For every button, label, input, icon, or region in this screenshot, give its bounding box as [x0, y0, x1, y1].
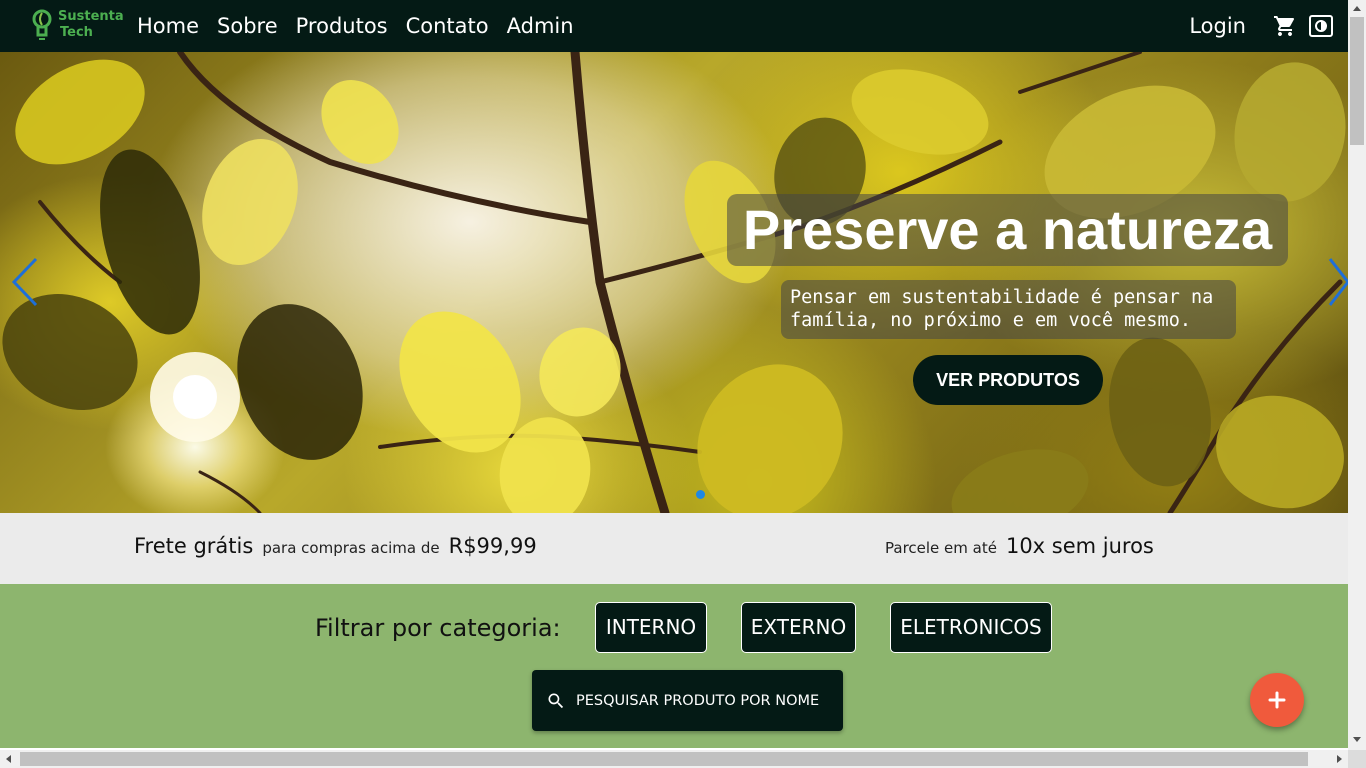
lightbulb-icon: [32, 9, 52, 40]
filter-label: Filtrar por categoria:: [315, 614, 561, 642]
scroll-down-arrow-icon[interactable]: [1348, 731, 1366, 748]
nav-link-contato[interactable]: Contato: [406, 14, 489, 38]
installments-text: Parcele em até: [885, 539, 997, 557]
navbar: Sustenta Tech Home Sobre Produtos Contat…: [0, 0, 1348, 52]
brand-line2: Tech: [60, 25, 93, 40]
scrollbar-corner: [1348, 750, 1366, 768]
search-product-button[interactable]: PESQUISAR PRODUTO POR NOME: [532, 670, 843, 731]
login-link[interactable]: Login: [1189, 14, 1246, 38]
installments-strong: 10x sem juros: [1005, 534, 1154, 558]
category-button-externo[interactable]: EXTERNO: [741, 602, 856, 653]
scroll-right-arrow-icon[interactable]: [1331, 750, 1348, 768]
carousel-indicator[interactable]: [696, 490, 705, 499]
nav-links: Home Sobre Produtos Contato Admin: [137, 0, 592, 52]
shipping-strong: Frete grátis: [134, 534, 254, 558]
brand-name: Sustenta Tech: [58, 9, 124, 41]
horizontal-scroll-thumb[interactable]: [20, 752, 1308, 766]
chevron-left-icon[interactable]: [10, 257, 40, 307]
hero-title: Preserve a natureza: [727, 194, 1288, 266]
theme-toggle-icon[interactable]: [1308, 13, 1334, 39]
brand-line1: Sustenta: [58, 9, 124, 24]
search-button-label: PESQUISAR PRODUTO POR NOME: [576, 692, 820, 709]
add-fab-button[interactable]: [1250, 673, 1304, 727]
nav-right: Login: [1189, 0, 1334, 52]
shipping-text: para compras acima de: [262, 539, 440, 557]
installments-info: Parcele em até 10x sem juros: [885, 534, 1154, 558]
hero-carousel: Preserve a natureza Pensar em sustentabi…: [0, 52, 1348, 513]
nav-link-home[interactable]: Home: [137, 14, 199, 38]
nav-link-produtos[interactable]: Produtos: [296, 14, 388, 38]
scroll-left-arrow-icon[interactable]: [0, 750, 17, 768]
shipping-value: R$99,99: [448, 534, 537, 558]
hero-subtitle: Pensar em sustentabilidade é pensar na f…: [781, 280, 1236, 339]
nav-link-sobre[interactable]: Sobre: [217, 14, 278, 38]
vertical-scroll-thumb[interactable]: [1350, 17, 1364, 145]
chevron-right-icon[interactable]: [1326, 257, 1348, 307]
shipping-info: Frete grátis para compras acima de R$99,…: [134, 534, 537, 558]
filter-section: Filtrar por categoria: INTERNO EXTERNO E…: [0, 584, 1348, 748]
vertical-scrollbar[interactable]: [1348, 0, 1366, 750]
category-button-eletronicos[interactable]: ELETRONICOS: [890, 602, 1052, 653]
plus-icon: [1268, 691, 1286, 709]
brand-logo[interactable]: Sustenta Tech: [30, 5, 126, 45]
scroll-up-arrow-icon[interactable]: [1348, 0, 1366, 17]
horizontal-scrollbar[interactable]: [0, 750, 1348, 768]
info-strip: Frete grátis para compras acima de R$99,…: [0, 513, 1348, 584]
category-button-interno[interactable]: INTERNO: [595, 602, 707, 653]
shopping-cart-icon[interactable]: [1272, 13, 1298, 39]
nav-link-admin[interactable]: Admin: [507, 14, 574, 38]
search-icon: [548, 693, 564, 708]
view-products-button[interactable]: VER PRODUTOS: [913, 355, 1103, 405]
